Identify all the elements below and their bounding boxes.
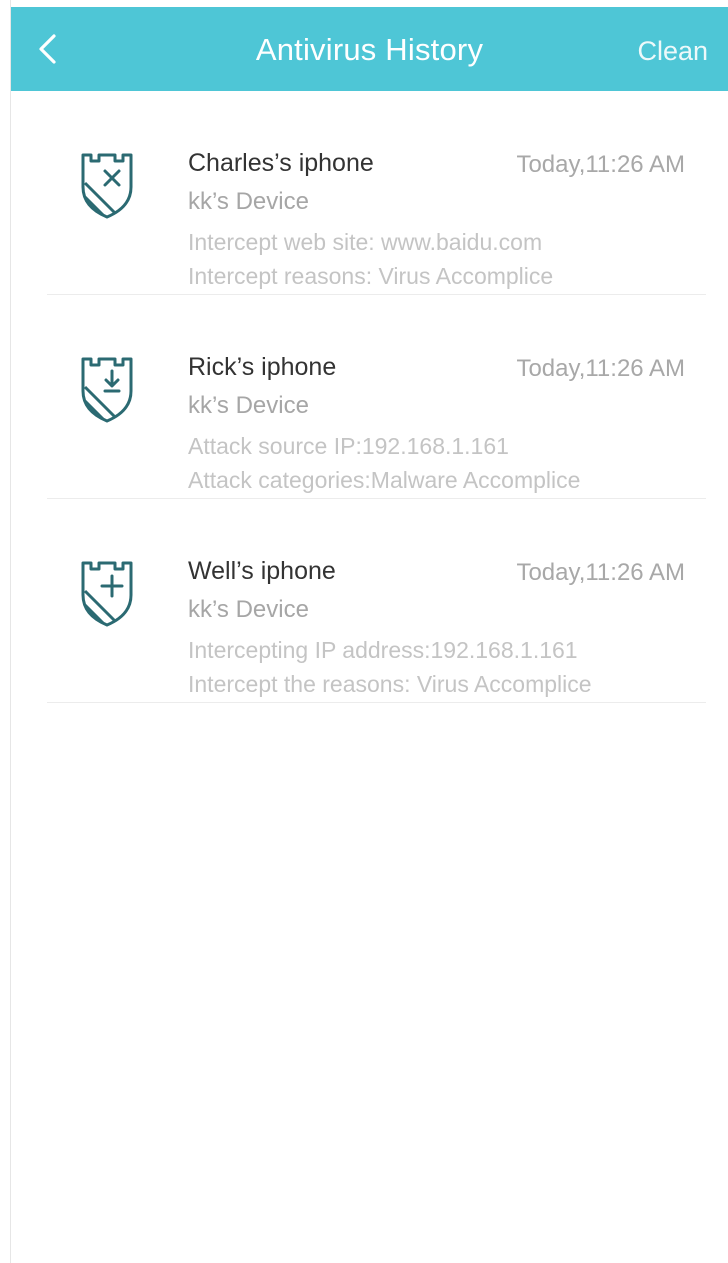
device-label: kk’s Device xyxy=(188,596,309,623)
history-item[interactable]: Well’s iphone Today,11:26 AM kk’s Device… xyxy=(11,499,728,703)
device-owner-name: Charles’s iphone xyxy=(188,149,374,177)
shield-plus-icon xyxy=(81,561,133,627)
history-item[interactable]: Rick’s iphone Today,11:26 AM kk’s Device… xyxy=(11,295,728,499)
detail-line: Intercepting IP address:192.168.1.161 xyxy=(188,637,578,663)
device-owner-name: Well’s iphone xyxy=(188,557,336,585)
divider xyxy=(47,702,706,703)
clean-button[interactable]: Clean xyxy=(637,7,708,91)
detail-line: Intercept reasons: Virus Accomplice xyxy=(188,263,554,289)
history-item[interactable]: Charles’s iphone Today,11:26 AM kk’s Dev… xyxy=(11,91,728,295)
device-label: kk’s Device xyxy=(188,188,309,215)
shield-x-icon xyxy=(81,153,133,219)
page-title: Antivirus History xyxy=(255,32,484,67)
antivirus-history-screen: Antivirus History Clean Charles’s iphone… xyxy=(11,7,728,1263)
device-owner-name: Rick’s iphone xyxy=(188,353,337,381)
screen: Antivirus History Clean Charles’s iphone… xyxy=(0,0,728,1263)
detail-line: Intercept web site: www.baidu.com xyxy=(188,229,543,255)
detail-line: Attack source IP:192.168.1.161 xyxy=(188,433,509,459)
history-list: Charles’s iphone Today,11:26 AM kk’s Dev… xyxy=(11,91,728,703)
device-label: kk’s Device xyxy=(188,392,309,419)
detail-line: Attack categories:Malware Accomplice xyxy=(188,467,581,493)
nav-bar: Antivirus History Clean xyxy=(11,7,728,91)
timestamp: Today,11:26 AM xyxy=(516,355,685,382)
timestamp: Today,11:26 AM xyxy=(516,559,685,586)
timestamp: Today,11:26 AM xyxy=(516,151,685,178)
shield-download-icon xyxy=(81,357,133,423)
detail-line: Intercept the reasons: Virus Accomplice xyxy=(188,671,592,697)
left-edge xyxy=(0,0,11,1263)
